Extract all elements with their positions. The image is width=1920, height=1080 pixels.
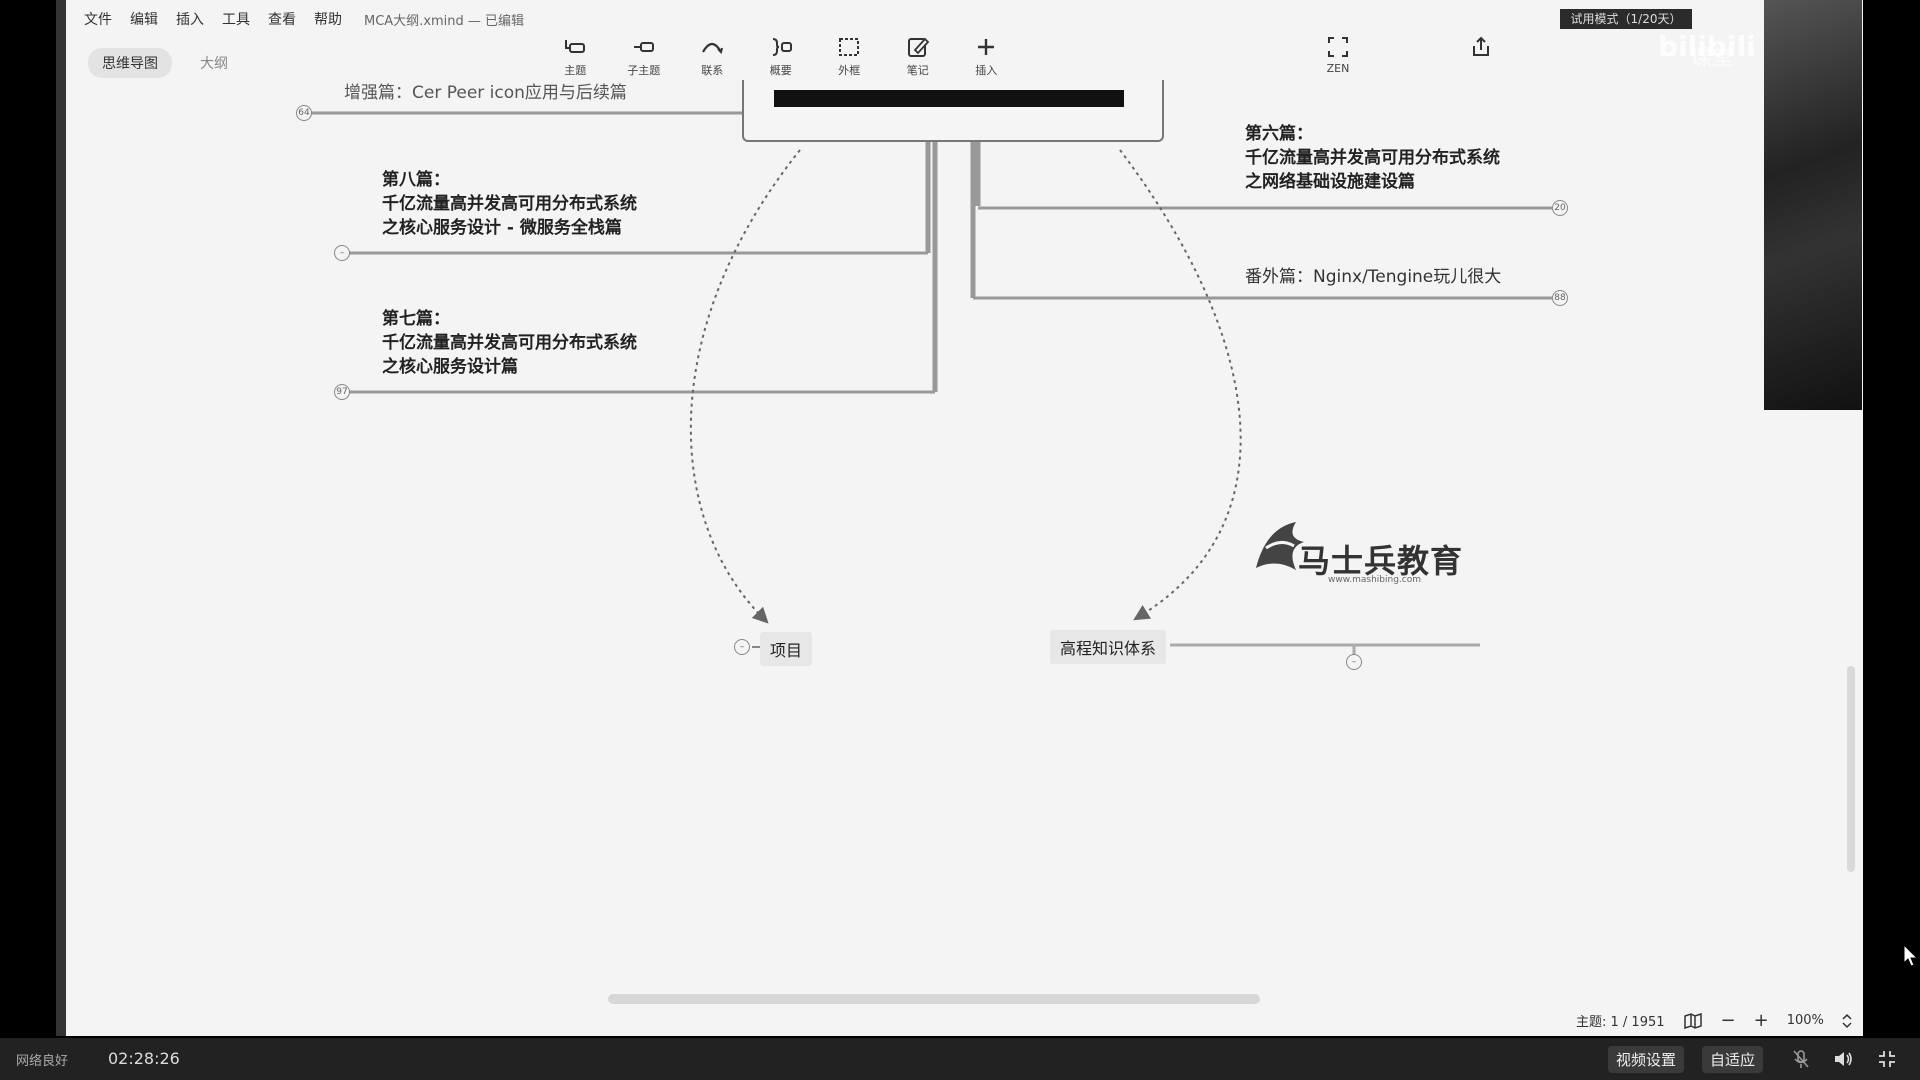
note-button[interactable]: 笔记 (884, 34, 953, 78)
video-settings-button[interactable]: 视频设置 (1608, 1046, 1685, 1073)
menu-edit[interactable]: 编辑 (130, 9, 158, 29)
share-button[interactable] (1468, 34, 1498, 64)
topic-sixth[interactable]: 第六篇： 千亿流量高并发高可用分布式系统 之网络基础设施建设篇 (1245, 122, 1500, 194)
collapse-badge-20[interactable]: 20 (1552, 200, 1568, 216)
image-thumbnail (774, 90, 1124, 107)
knowledge-line (1170, 643, 1480, 660)
topic-sixth-line1: 第六篇： (1245, 124, 1313, 144)
topic-count: 主题: 1 / 1951 (1576, 1015, 1665, 1030)
microphone-icon[interactable] (1790, 1048, 1812, 1070)
mouse-cursor-icon (1903, 944, 1919, 967)
menu-insert[interactable]: 插入 (176, 9, 204, 29)
xmind-window: 文件 编辑 插入 工具 查看 帮助 MCA大纲.xmind — 已编辑 试用模式… (66, 0, 1863, 1036)
topic-eighth-line3: 之核心服务设计 - 微服务全栈篇 (382, 218, 622, 238)
image-topic-card[interactable] (742, 80, 1164, 142)
topic-eighth-line2: 千亿流量高并发高可用分布式系统 (382, 194, 637, 214)
window-edge (56, 0, 66, 1036)
topic-seventh-line2: 千亿流量高并发高可用分布式系统 (382, 333, 637, 353)
boundary-icon (839, 38, 860, 56)
collapse-toggle-project[interactable]: – (734, 639, 750, 655)
collapse-badge-97[interactable]: 97 (334, 384, 350, 400)
topic-eighth[interactable]: 第八篇： 千亿流量高并发高可用分布式系统 之核心服务设计 - 微服务全栈篇 (382, 168, 637, 240)
plus-icon (978, 39, 995, 55)
relationship-left (689, 149, 801, 624)
view-tabs: 思维导图 大纲 (88, 48, 242, 78)
volume-icon[interactable] (1832, 1048, 1854, 1070)
topic-seventh-line1: 第七篇： (382, 309, 450, 329)
tab-mindmap[interactable]: 思维导图 (88, 48, 172, 78)
summary-button[interactable]: 概要 (747, 34, 816, 78)
horizontal-scrollbar[interactable] (608, 994, 1260, 1004)
logo-url: www.mashibing.com (1328, 575, 1422, 585)
summary-icon (772, 38, 792, 56)
vertical-scrollbar[interactable] (1847, 666, 1855, 872)
topic-extra[interactable]: 番外篇：Nginx/Tengine玩儿很大 (1245, 262, 1501, 287)
relationship-icon (702, 42, 724, 54)
topic-seventh[interactable]: 第七篇： 千亿流量高并发高可用分布式系统 之核心服务设计篇 (382, 307, 637, 379)
insert-button[interactable]: 插入 (952, 34, 1021, 78)
note-icon (907, 37, 929, 57)
subtopic-label: 子主题 (627, 64, 661, 77)
fit-button[interactable]: 自适应 (1702, 1046, 1764, 1073)
menu-bar: 文件 编辑 插入 工具 查看 帮助 MCA大纲.xmind — 已编辑 (66, 6, 524, 32)
menu-help[interactable]: 帮助 (314, 9, 342, 29)
zoom-level[interactable]: 100% (1787, 1013, 1824, 1028)
topic-sixth-line2: 千亿流量高并发高可用分布式系统 (1245, 148, 1500, 168)
topic-partial-top[interactable]: 增强篇：Cer Peer icon应用与后续篇 (344, 78, 627, 103)
topic-sixth-line3: 之网络基础设施建设篇 (1245, 172, 1415, 192)
menu-view[interactable]: 查看 (268, 9, 296, 29)
topic-knowledge-system[interactable]: 高程知识体系 (1050, 630, 1167, 664)
note-label: 笔记 (906, 64, 929, 77)
share-icon (1473, 36, 1489, 56)
course-watermark: 课堂 (1690, 46, 1735, 71)
mindmap-connectors (304, 111, 1552, 660)
zen-button[interactable]: ZEN (1310, 34, 1366, 75)
exit-fullscreen-icon[interactable] (1876, 1048, 1898, 1070)
trunk-left (925, 140, 938, 392)
subtopic-button[interactable]: 子主题 (610, 34, 679, 78)
relationship-label: 联系 (701, 64, 724, 77)
topic-project[interactable]: 项目 (760, 632, 813, 666)
network-status: 网络良好 (16, 1054, 69, 1069)
topic-icon (565, 40, 586, 53)
boundary-label: 外框 (838, 64, 861, 77)
relationship-button[interactable]: 联系 (678, 34, 747, 78)
window-title: MCA大纲.xmind — 已编辑 (364, 13, 525, 29)
topic-label: 主题 (564, 64, 587, 77)
collapse-badge-64[interactable]: 64 (296, 105, 312, 121)
playback-time: 02:28:26 (108, 1049, 180, 1068)
collapse-toggle-eighth[interactable]: – (334, 245, 350, 261)
webcam-overlay (1764, 0, 1862, 410)
video-player-bar: 网络良好 02:28:26 视频设置 自适应 (0, 1038, 1920, 1080)
topic-button[interactable]: 主题 (541, 34, 610, 78)
boundary-button[interactable]: 外框 (815, 34, 884, 78)
menu-tools[interactable]: 工具 (222, 9, 250, 29)
fullscreen-icon (1328, 37, 1348, 57)
relationship-right (1119, 149, 1242, 621)
collapse-badge-88[interactable]: 88 (1552, 290, 1568, 306)
zen-label: ZEN (1326, 62, 1350, 75)
trial-badge[interactable]: 试用模式（1/20天） (1560, 9, 1692, 29)
summary-label: 概要 (769, 64, 792, 77)
zoom-stepper-icon[interactable] (1842, 1013, 1852, 1029)
zoom-in-button[interactable]: + (1754, 1010, 1769, 1031)
status-bar: 主题: 1 / 1951 − + 100% (1576, 1010, 1852, 1031)
insert-label: 插入 (975, 64, 998, 77)
trunk-right (970, 140, 981, 298)
collapse-toggle-knowledge[interactable]: – (1346, 654, 1362, 670)
subtopic-icon (633, 42, 654, 52)
toolbar: 主题 子主题 联系 概要 外框 笔记 插入 (541, 34, 1021, 78)
menu-file[interactable]: 文件 (84, 9, 112, 29)
map-view-icon[interactable] (1683, 1012, 1703, 1029)
zoom-out-button[interactable]: − (1721, 1010, 1736, 1031)
topic-seventh-line3: 之核心服务设计篇 (382, 357, 518, 377)
tab-outline[interactable]: 大纲 (186, 48, 242, 78)
topic-eighth-line1: 第八篇： (382, 170, 450, 190)
